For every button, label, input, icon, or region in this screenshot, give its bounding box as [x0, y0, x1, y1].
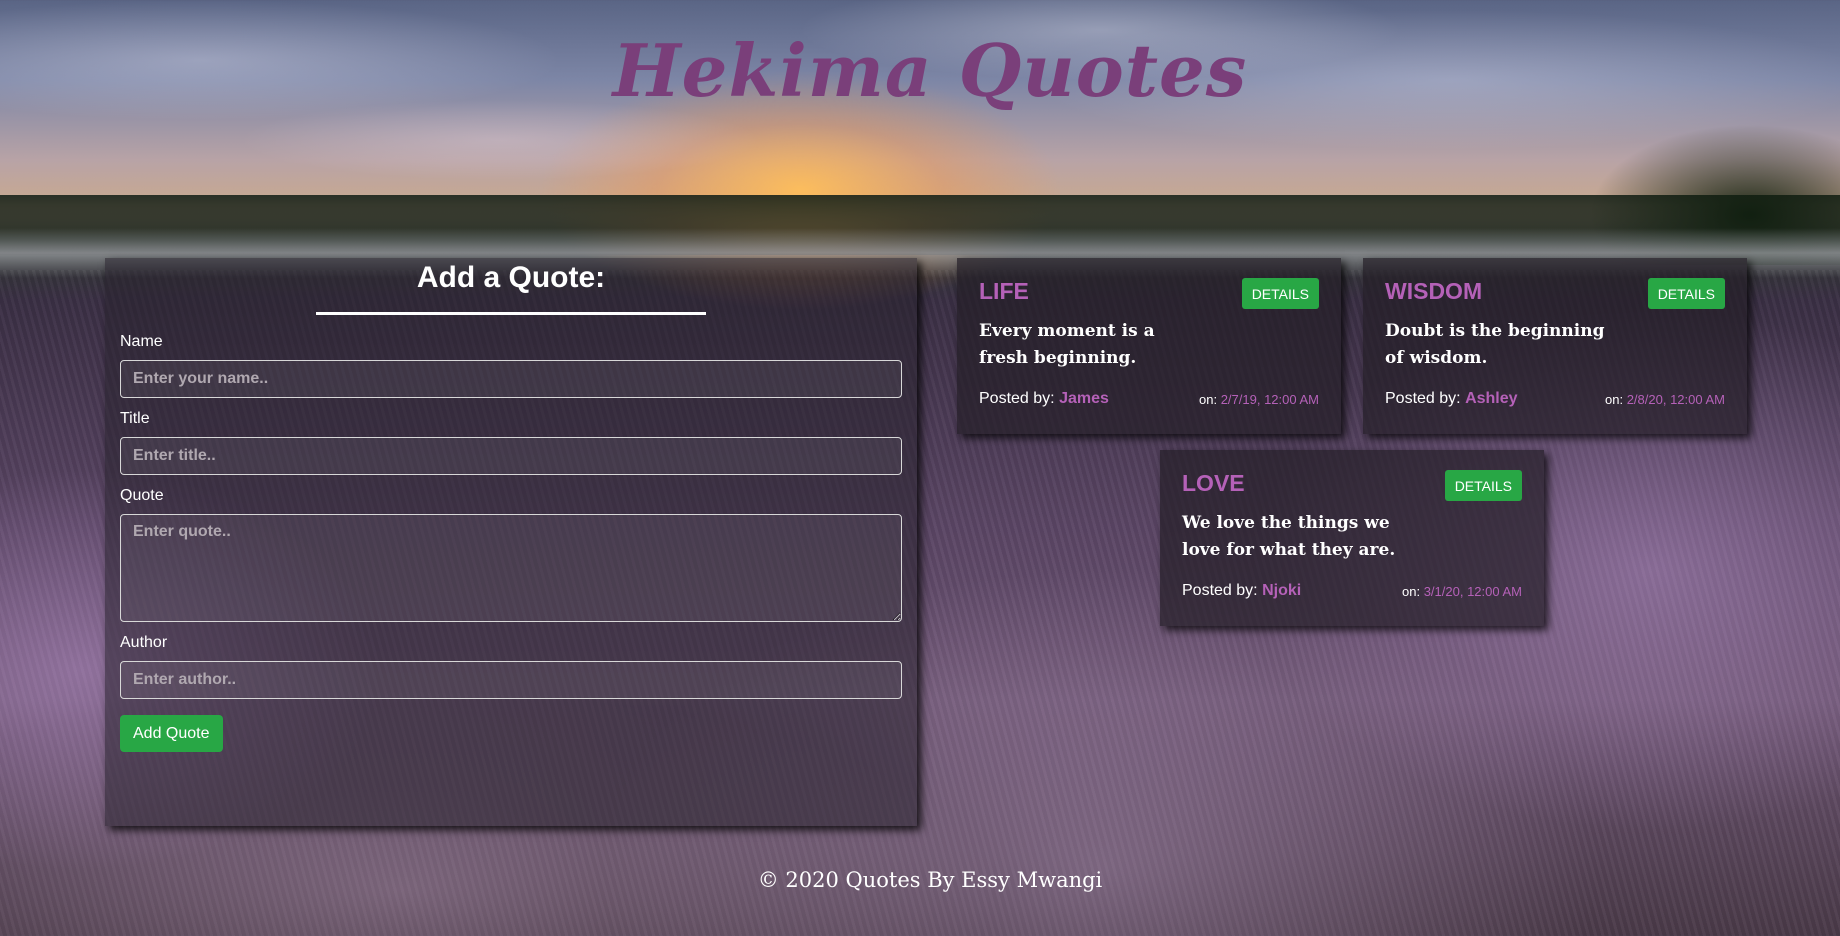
posted-by-label: Posted by: [979, 390, 1055, 407]
author-input[interactable] [120, 661, 902, 699]
form-heading: Add a Quote: [416, 261, 606, 294]
posted-date: on: 2/7/19, 12:00 AM [1199, 392, 1319, 407]
date-value: 2/8/20, 12:00 AM [1626, 392, 1725, 407]
quote-textarea[interactable] [120, 514, 902, 622]
footer-copyright: © 2020 Quotes By Essy Mwangi [757, 868, 1103, 892]
posted-date: on: 2/8/20, 12:00 AM [1605, 392, 1725, 407]
details-button[interactable]: DETAILS [1647, 278, 1725, 309]
posted-by-label: Posted by: [1385, 390, 1461, 407]
posted-date: on: 3/1/20, 12:00 AM [1402, 584, 1522, 599]
quote-text: Every moment is a fresh beginning. [979, 321, 1155, 368]
posted-by-label: Posted by: [1182, 582, 1258, 599]
quote-text: We love the things we love for what they… [1182, 513, 1396, 560]
date-label: on: [1402, 584, 1421, 599]
posted-by: Posted by: Njoki [1182, 582, 1301, 600]
heading-underline [316, 312, 706, 315]
date-label: on: [1199, 392, 1218, 407]
date-label: on: [1605, 392, 1624, 407]
name-label: Name [120, 333, 163, 350]
quote-label: Quote [120, 487, 164, 504]
quote-card-title: LOVE [1182, 470, 1245, 496]
details-button[interactable]: DETAILS [1444, 470, 1522, 501]
details-button[interactable]: DETAILS [1241, 278, 1319, 309]
site-title: Hekima Quotes [612, 28, 1248, 113]
posted-by: Posted by: James [979, 390, 1109, 408]
quote-card-title: LIFE [979, 278, 1029, 304]
posted-by: Posted by: Ashley [1385, 390, 1518, 408]
quote-card-title: WISDOM [1385, 278, 1483, 304]
quote-author: James [1059, 390, 1109, 407]
name-input[interactable] [120, 360, 902, 398]
add-quote-button[interactable]: Add Quote [120, 715, 223, 752]
quote-author: Njoki [1262, 582, 1302, 599]
author-label: Author [120, 634, 168, 651]
add-quote-form: Add a Quote: Name Title Quote Author Add… [105, 258, 917, 826]
quote-card-love: LOVE DETAILS We love the things we love … [1160, 450, 1544, 626]
date-value: 2/7/19, 12:00 AM [1220, 392, 1319, 407]
title-input[interactable] [120, 437, 902, 475]
quote-author: Ashley [1465, 390, 1518, 407]
quote-card-wisdom: WISDOM DETAILS Doubt is the beginning of… [1363, 258, 1747, 434]
quote-card-life: LIFE DETAILS Every moment is a fresh beg… [957, 258, 1341, 434]
date-value: 3/1/20, 12:00 AM [1423, 584, 1522, 599]
title-label: Title [120, 410, 150, 427]
quote-text: Doubt is the beginning of wisdom. [1385, 321, 1605, 368]
